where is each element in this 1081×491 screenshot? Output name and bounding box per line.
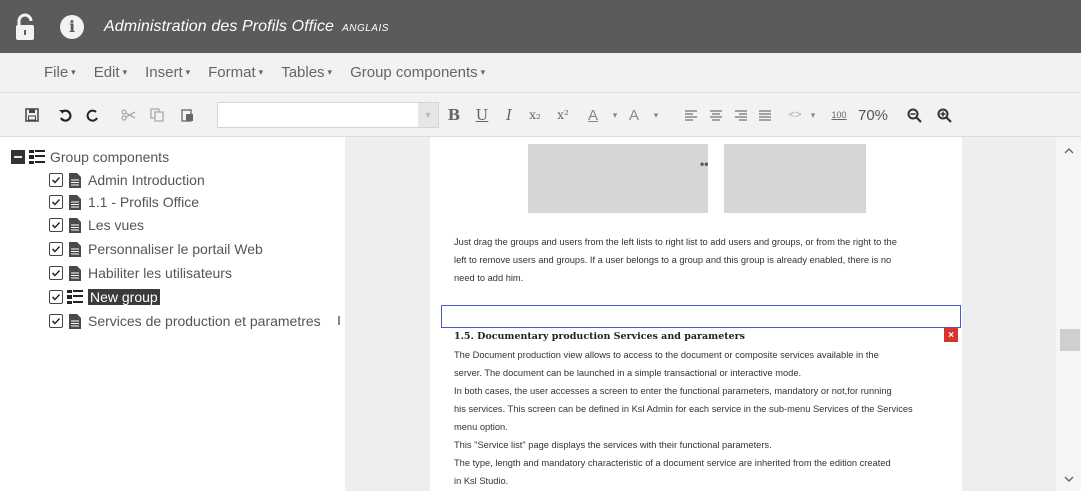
paragraph-line: In both cases, the user accesses a scree… bbox=[454, 386, 892, 396]
align-right-icon[interactable] bbox=[733, 102, 749, 128]
chevron-down-icon[interactable]: ▾ bbox=[807, 102, 819, 128]
chevron-down-icon[interactable]: ▼ bbox=[418, 103, 438, 127]
vertical-scrollbar[interactable] bbox=[1056, 137, 1081, 491]
zoom-in-icon[interactable] bbox=[934, 102, 954, 128]
tree-item-selected[interactable]: New group bbox=[49, 287, 160, 307]
scrollbar-thumb[interactable] bbox=[1060, 329, 1080, 351]
undo-icon[interactable] bbox=[55, 102, 75, 128]
image-placeholder[interactable] bbox=[724, 144, 866, 213]
zoom-100-button[interactable]: 100 bbox=[829, 102, 849, 128]
app-title: Administration des Profils Office bbox=[104, 17, 335, 35]
tree-item-label: Services de production et parametres bbox=[88, 313, 321, 329]
checkbox-checked[interactable] bbox=[49, 266, 63, 280]
superscript-button[interactable]: x² bbox=[554, 102, 572, 128]
group-icon bbox=[67, 290, 83, 304]
close-icon[interactable]: × bbox=[944, 328, 958, 342]
paragraph-line: need to add him. bbox=[454, 273, 524, 283]
copy-icon[interactable] bbox=[147, 102, 167, 128]
checkbox-checked[interactable] bbox=[49, 195, 63, 209]
lock-icon[interactable] bbox=[14, 13, 36, 41]
paragraph-line: Just drag the groups and users from the … bbox=[454, 237, 897, 247]
collapse-icon[interactable] bbox=[11, 150, 25, 164]
checkbox-checked[interactable] bbox=[49, 314, 63, 328]
chevron-down-icon[interactable]: ▾ bbox=[609, 102, 621, 128]
checkbox-checked[interactable] bbox=[49, 173, 63, 187]
document-icon bbox=[69, 217, 81, 233]
paragraph-line: The Document production view allows to a… bbox=[454, 350, 879, 360]
menu-edit[interactable]: Edit ▾ bbox=[94, 64, 127, 81]
menu-insert[interactable]: Insert ▾ bbox=[145, 64, 190, 81]
image-separator: •• bbox=[700, 157, 709, 171]
tree-root-label: Group components bbox=[50, 149, 170, 165]
menu-tables[interactable]: Tables ▾ bbox=[281, 64, 332, 81]
tree-item[interactable]: Habiliter les utilisateurs bbox=[49, 263, 232, 283]
menu-format[interactable]: Format ▾ bbox=[208, 64, 263, 81]
underline-button[interactable]: U bbox=[474, 102, 490, 128]
tree-item-label: 1.1 - Profils Office bbox=[88, 194, 200, 210]
code-icon[interactable]: <> bbox=[785, 102, 805, 128]
tree-item[interactable]: Personnaliser le portail Web bbox=[49, 239, 263, 259]
section-heading: 1.5. Documentary production Services and… bbox=[454, 331, 746, 342]
paragraph-line: server. The document can be launched in … bbox=[454, 368, 802, 378]
document-page[interactable]: •• Just drag the groups and users from t… bbox=[430, 137, 962, 491]
chevron-up-icon[interactable] bbox=[1063, 145, 1075, 155]
zoom-level: 70% bbox=[857, 106, 889, 124]
document-icon bbox=[69, 194, 81, 210]
menu-file[interactable]: File ▾ bbox=[44, 64, 76, 81]
resize-handle[interactable] bbox=[338, 316, 340, 325]
font-color-button[interactable]: A bbox=[586, 102, 600, 128]
paragraph-style-select[interactable]: ▼ bbox=[217, 102, 439, 128]
tree-item-label: Personnaliser le portail Web bbox=[88, 241, 263, 257]
toolbar: ▼ B U I x₂ x² A ▾ A ▾ <> ▾ 100 70% bbox=[0, 93, 1081, 137]
align-center-icon[interactable] bbox=[708, 102, 724, 128]
tree-root[interactable]: Group components bbox=[11, 147, 169, 167]
image-placeholder[interactable] bbox=[528, 144, 708, 213]
document-icon bbox=[69, 265, 81, 281]
paste-icon[interactable] bbox=[177, 102, 197, 128]
document-icon bbox=[69, 241, 81, 257]
paragraph-line: menu option. bbox=[454, 422, 508, 432]
language-label: ANGLAIS bbox=[342, 22, 389, 34]
active-edit-block[interactable] bbox=[441, 305, 961, 328]
tree-item[interactable]: Admin Introduction bbox=[49, 170, 205, 190]
menu-bar: File ▾ Edit ▾ Insert ▾ Format ▾ Tables ▾ Grou… bbox=[0, 53, 1081, 93]
align-left-icon[interactable] bbox=[683, 102, 699, 128]
tree-item[interactable]: Services de production et parametres bbox=[49, 311, 321, 331]
document-icon bbox=[69, 172, 81, 188]
checkbox-checked[interactable] bbox=[49, 218, 63, 232]
background-color-button[interactable]: A bbox=[627, 102, 641, 128]
chevron-down-icon[interactable]: ▾ bbox=[650, 102, 662, 128]
save-icon[interactable] bbox=[22, 102, 42, 128]
document-icon bbox=[69, 313, 81, 329]
menu-group-components[interactable]: Group components ▾ bbox=[350, 64, 485, 81]
checkbox-checked[interactable] bbox=[49, 242, 63, 256]
zoom-out-icon[interactable] bbox=[904, 102, 924, 128]
paragraph-line: This "Service list" page displays the se… bbox=[454, 440, 772, 450]
component-tree: Group components Admin Introduction 1.1 … bbox=[0, 137, 335, 491]
info-icon[interactable]: i bbox=[60, 14, 84, 39]
tree-item-label: Habiliter les utilisateurs bbox=[88, 265, 232, 281]
tree-item[interactable]: Les vues bbox=[49, 215, 144, 235]
italic-button[interactable]: I bbox=[501, 102, 517, 128]
chevron-down-icon[interactable] bbox=[1063, 474, 1075, 484]
cut-icon[interactable] bbox=[118, 102, 138, 128]
redo-icon[interactable] bbox=[83, 102, 103, 128]
paragraph-line: The type, length and mandatory character… bbox=[454, 458, 891, 468]
tree-item[interactable]: 1.1 - Profils Office bbox=[49, 192, 199, 212]
tree-item-label: New group bbox=[88, 289, 160, 305]
subscript-button[interactable]: x₂ bbox=[526, 102, 544, 128]
checkbox-checked[interactable] bbox=[49, 290, 63, 304]
tree-item-label: Admin Introduction bbox=[88, 172, 205, 188]
bold-button[interactable]: B bbox=[446, 102, 462, 128]
group-icon bbox=[29, 150, 45, 164]
paragraph-line: left to remove users and groups. If a us… bbox=[454, 255, 892, 265]
paragraph-line: his services. This screen can be defined… bbox=[454, 404, 913, 414]
tree-item-label: Les vues bbox=[88, 217, 145, 233]
paragraph-line: in Ksl Studio. bbox=[454, 476, 509, 486]
title-bar: i Administration des Profils Office ANGL… bbox=[0, 0, 1081, 53]
align-justify-icon[interactable] bbox=[757, 102, 773, 128]
